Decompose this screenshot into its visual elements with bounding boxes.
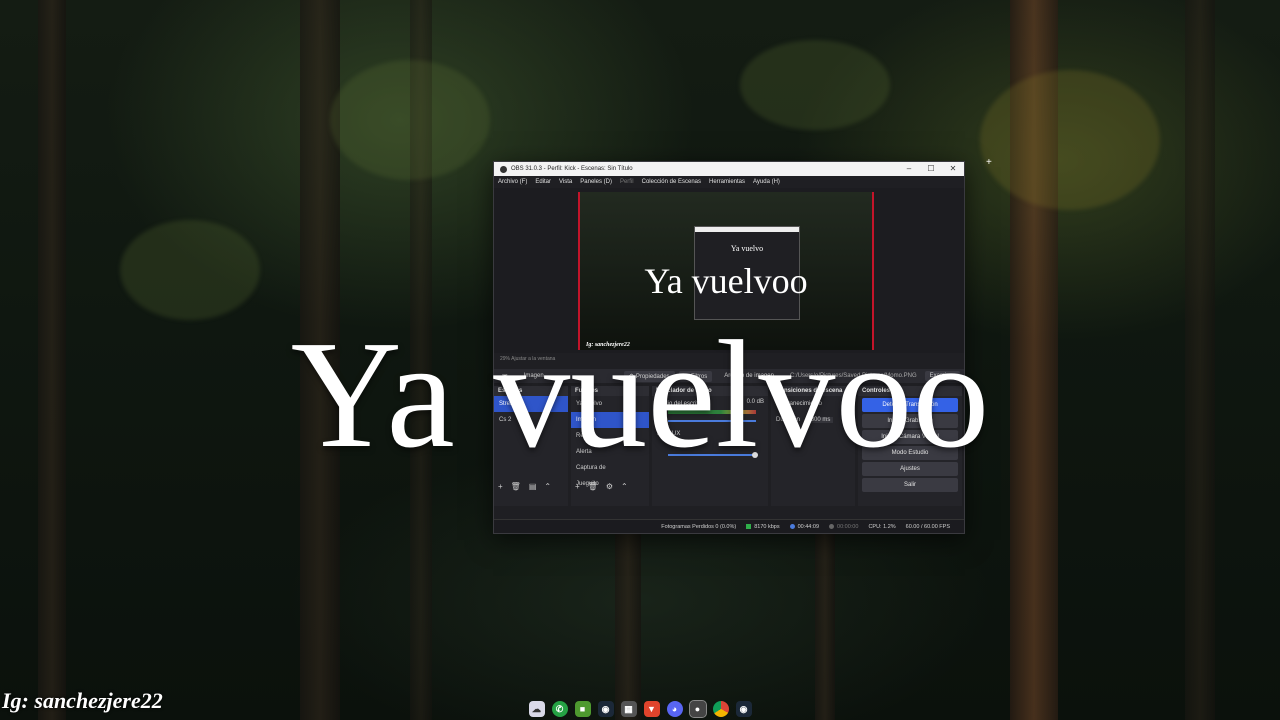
chrome-icon[interactable] bbox=[712, 701, 729, 717]
window-title: OBS 31.0.3 - Perfil: Kick - Escenas: Sin… bbox=[511, 166, 633, 172]
steam-icon[interactable]: ◉ bbox=[597, 701, 614, 717]
fps-readout: 60.00 / 60.00 FPS bbox=[905, 523, 950, 530]
discord-icon[interactable]: ◕ bbox=[666, 701, 683, 717]
stream-time: 00:44:09 bbox=[789, 523, 820, 530]
close-icon[interactable]: ✕ bbox=[942, 162, 964, 176]
obs-icon[interactable]: ● bbox=[688, 700, 707, 718]
nested-preview-text: Ya vuelvo bbox=[730, 244, 764, 253]
menu-vista[interactable]: Vista bbox=[559, 179, 572, 185]
menu-archivo[interactable]: Archivo (F) bbox=[498, 179, 527, 185]
chevron-up-icon[interactable]: ⌃ bbox=[621, 482, 628, 494]
menu-ayuda[interactable]: Ayuda (H) bbox=[753, 179, 780, 185]
rec-time: 00:00:00 bbox=[829, 524, 858, 530]
trash-icon[interactable]: 🗑 bbox=[588, 482, 598, 494]
window-titlebar[interactable]: OBS 31.0.3 - Perfil: Kick - Escenas: Sin… bbox=[494, 162, 964, 176]
add-icon[interactable]: + bbox=[498, 482, 503, 494]
cpu-usage: CPU: 1.2% bbox=[868, 523, 896, 530]
menu-paneles[interactable]: Paneles (D) bbox=[580, 179, 612, 185]
menu-perfil[interactable]: Perfil bbox=[620, 179, 634, 185]
stream-icon bbox=[789, 523, 795, 529]
signal-icon bbox=[746, 523, 752, 529]
scenes-toolbar: + 🗑 ▤ ⌃ bbox=[494, 482, 551, 494]
steam-icon-2[interactable]: ◉ bbox=[735, 701, 752, 717]
minimize-icon[interactable]: – bbox=[898, 162, 920, 176]
minecraft-icon[interactable]: ■ bbox=[574, 701, 591, 717]
menu-herramientas[interactable]: Herramientas bbox=[709, 179, 745, 185]
status-bar: Fotogramas Perdidos 0 (0.0%) 8170 kbps 0… bbox=[494, 519, 964, 533]
sources-toolbar: + 🗑 ⚙ ⌃ bbox=[571, 482, 628, 494]
whatsapp-icon[interactable]: ✆ bbox=[551, 701, 568, 717]
menu-coleccion[interactable]: Colección de Escenas bbox=[642, 179, 701, 185]
brave-icon[interactable]: ▼ bbox=[643, 701, 660, 717]
record-icon bbox=[829, 523, 835, 529]
menu-bar: Archivo (F) Editar Vista Paneles (D) Per… bbox=[494, 176, 964, 188]
trash-icon[interactable]: 🗑 bbox=[511, 482, 521, 494]
stream-time-value: 00:44:09 bbox=[797, 523, 820, 530]
exit-button[interactable]: Salir bbox=[862, 478, 958, 492]
cursor-icon: + bbox=[986, 157, 992, 168]
rec-time-value: 00:00:00 bbox=[837, 523, 859, 530]
bitrate: 8170 kbps bbox=[746, 523, 780, 530]
obs-logo-icon bbox=[500, 165, 507, 173]
maximize-icon[interactable]: ☐ bbox=[920, 162, 942, 176]
cloud-app-icon[interactable]: ☁ bbox=[528, 701, 545, 717]
overlay-title: Ya vuelvoo bbox=[290, 310, 990, 480]
taskbar: ☁ ✆ ■ ◉ ▦ ▼ ◕ ● ◉ bbox=[0, 698, 1280, 720]
chevron-up-icon[interactable]: ⌃ bbox=[544, 482, 551, 494]
dropped-frames: Fotogramas Perdidos 0 (0.0%) bbox=[661, 523, 737, 530]
menu-editar[interactable]: Editar bbox=[535, 179, 551, 185]
gallery-icon[interactable]: ▦ bbox=[620, 701, 637, 717]
bitrate-value: 8170 kbps bbox=[754, 523, 780, 530]
gear-icon[interactable]: ⚙ bbox=[606, 482, 613, 494]
filter-icon[interactable]: ▤ bbox=[529, 482, 537, 494]
preview-overlay-text: Ya vuelvoo bbox=[644, 261, 808, 301]
add-icon[interactable]: + bbox=[575, 482, 580, 494]
